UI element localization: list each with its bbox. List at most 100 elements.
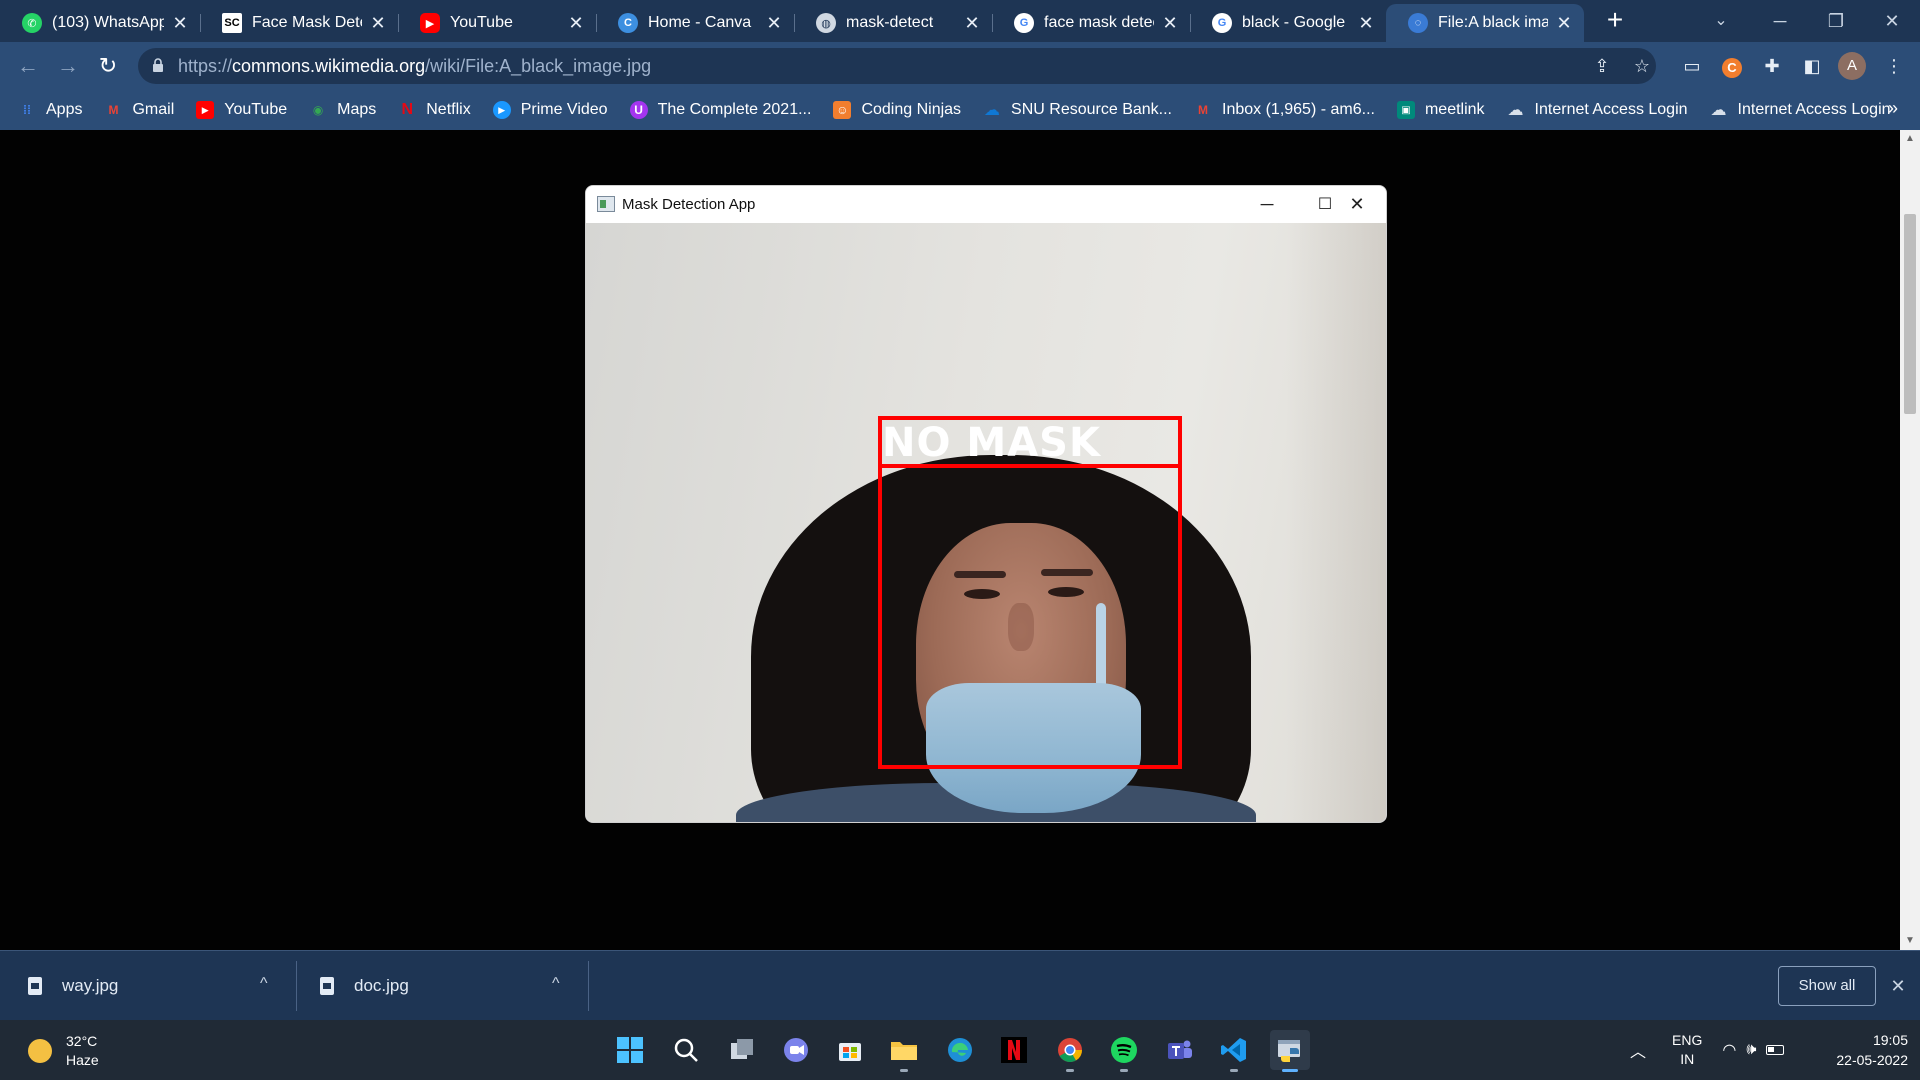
bookmark-gmail[interactable]: M Gmail [104, 101, 174, 119]
close-icon[interactable]: ✕ [764, 13, 784, 34]
tab-black-search[interactable]: G black - Google Se ✕ [1190, 4, 1386, 42]
weather-temp: 32°C [66, 1033, 98, 1049]
close-icon[interactable]: ✕ [566, 13, 586, 34]
scrollbar-thumb[interactable] [1904, 214, 1916, 414]
tab-whatsapp[interactable]: ✆ (103) WhatsApp ✕ [0, 4, 200, 42]
url-text: https://commons.wikimedia.org/wiki/File:… [178, 48, 651, 84]
show-all-downloads-button[interactable]: Show all [1778, 966, 1876, 1006]
extensions-puzzle-icon[interactable]: ✚ [1760, 54, 1784, 78]
bookmark-udemy-course[interactable]: U The Complete 2021... [629, 101, 812, 119]
app-minimize-button[interactable]: ─ [1238, 186, 1296, 223]
tab-black-image[interactable]: ◌ File:A black image ✕ [1386, 4, 1584, 42]
netflix-icon: N [401, 101, 414, 118]
bookmark-apps[interactable]: ⁞⁞ Apps [18, 101, 82, 119]
close-icon[interactable]: ✕ [1554, 13, 1574, 34]
udemy-icon: U [629, 101, 648, 119]
task-view-icon [731, 1039, 753, 1059]
close-icon[interactable]: ✕ [368, 13, 388, 34]
chevron-up-icon[interactable]: ^ [260, 975, 268, 993]
back-button[interactable]: ← [12, 50, 44, 82]
clock[interactable]: 19:05 22-05-2022 [1822, 1030, 1908, 1070]
address-bar[interactable]: https://commons.wikimedia.org/wiki/File:… [138, 48, 1656, 84]
volume-icon[interactable]: 🕪 [1746, 1041, 1756, 1059]
start-button[interactable] [610, 1030, 650, 1070]
weather-desc: Haze [66, 1052, 99, 1068]
language-indicator[interactable]: ENG IN [1672, 1031, 1702, 1069]
chat-icon [784, 1038, 808, 1062]
download-item[interactable]: doc.jpg ^ [320, 951, 582, 1021]
weather-widget[interactable]: 32°C Haze [28, 1032, 99, 1070]
bookmark-internet-access-login[interactable]: ☁ Internet Access Login [1507, 101, 1688, 119]
side-panel-icon[interactable]: ◧ [1800, 54, 1824, 78]
close-window-button[interactable]: ✕ [1864, 0, 1920, 42]
bookmark-netflix[interactable]: N Netflix [398, 101, 470, 119]
sc-icon: SC [222, 13, 242, 33]
download-divider [588, 961, 589, 1011]
bookmark-youtube[interactable]: ▶ YouTube [196, 101, 287, 119]
share-icon[interactable]: ⇪ [1590, 54, 1614, 78]
battery-icon[interactable] [1766, 1045, 1785, 1055]
close-icon[interactable]: ✕ [962, 13, 982, 34]
weather-sun-icon [28, 1039, 52, 1063]
bookmark-internet-access-login-2[interactable]: ☁ Internet Access Login [1710, 101, 1891, 119]
profile-avatar[interactable]: A [1838, 52, 1866, 80]
tab-canva[interactable]: C Home - Canva ✕ [596, 4, 794, 42]
taskbar-search-button[interactable] [666, 1030, 706, 1070]
spotify-button[interactable] [1104, 1030, 1144, 1072]
task-view-button[interactable] [722, 1030, 762, 1070]
wikimedia-icon: ◌ [1408, 13, 1428, 33]
bookmark-inbox[interactable]: M Inbox (1,965) - am6... [1194, 101, 1375, 119]
bookmark-star-icon[interactable]: ☆ [1630, 54, 1654, 78]
bookmark-snu-resource-bank[interactable]: ☁ SNU Resource Bank... [983, 101, 1172, 119]
file-explorer-button[interactable] [884, 1030, 924, 1072]
app-close-button[interactable]: ✕ [1328, 186, 1386, 223]
more-menu-icon[interactable]: ⋮ [1882, 54, 1906, 78]
chrome-button[interactable] [1050, 1030, 1090, 1072]
chevron-up-icon[interactable]: ^ [552, 975, 560, 993]
show-hidden-icons-icon[interactable]: ︿ [1630, 1038, 1646, 1062]
bookmark-label: SNU Resource Bank... [1011, 101, 1172, 118]
microsoft-store-button[interactable] [830, 1030, 870, 1070]
python-app-button[interactable] [1270, 1030, 1310, 1072]
cast-icon[interactable]: ▭ [1680, 54, 1704, 78]
tab-mask-detect[interactable]: ◍ mask-detect ✕ [794, 4, 992, 42]
netflix-app-button[interactable] [994, 1030, 1034, 1070]
scroll-down-icon[interactable]: ▼ [1900, 934, 1920, 948]
edge-button[interactable] [940, 1030, 980, 1070]
restore-button[interactable]: ❐ [1808, 0, 1864, 42]
close-icon[interactable]: ✕ [1356, 13, 1376, 34]
close-icon[interactable]: ✕ [170, 13, 190, 34]
download-item[interactable]: way.jpg ^ [28, 951, 290, 1021]
scroll-up-icon[interactable]: ▲ [1900, 132, 1920, 146]
close-download-shelf-icon[interactable]: ✕ [1886, 971, 1910, 1001]
page-scrollbar[interactable]: ▲ ▼ [1900, 130, 1920, 950]
reload-button[interactable]: ↻ [92, 50, 124, 82]
tab-search-icon[interactable]: ⌄ [1706, 6, 1736, 36]
url-prefix: https:// [178, 56, 233, 76]
bookmarks-overflow-icon[interactable]: » [1888, 98, 1898, 119]
close-icon[interactable]: ✕ [1160, 13, 1180, 34]
bookmark-label: Maps [337, 101, 377, 118]
minimize-button[interactable]: ─ [1752, 0, 1808, 42]
extension-c-icon[interactable]: C [1720, 54, 1744, 78]
chat-button[interactable] [776, 1030, 816, 1070]
youtube-icon: ▶ [196, 101, 215, 119]
wifi-icon[interactable]: ◠ [1722, 1040, 1736, 1060]
bookmark-coding-ninjas[interactable]: ☺ Coding Ninjas [833, 101, 961, 119]
vscode-button[interactable] [1214, 1030, 1254, 1072]
file-icon [320, 977, 334, 995]
app-titlebar[interactable]: Mask Detection App ─ ☐ ✕ [586, 186, 1386, 223]
teams-button[interactable] [1160, 1030, 1200, 1070]
bookmark-meetlink[interactable]: ▣ meetlink [1396, 101, 1485, 119]
bookmark-label: The Complete 2021... [657, 101, 812, 118]
tab-title: Face Mask Detect [252, 14, 362, 31]
new-tab-button[interactable]: + [1600, 6, 1630, 36]
url-host: commons.wikimedia.org [232, 56, 426, 76]
tab-face-mask-detect[interactable]: SC Face Mask Detect ✕ [200, 4, 398, 42]
tab-face-mask-search[interactable]: G face mask detecti ✕ [992, 4, 1190, 42]
tab-youtube[interactable]: ▶ YouTube ✕ [398, 4, 596, 42]
bookmark-prime-video[interactable]: ▶ Prime Video [492, 101, 608, 119]
bookmark-maps[interactable]: ◉ Maps [309, 101, 376, 119]
forward-button[interactable]: → [52, 50, 84, 82]
weather-text: 32°C Haze [66, 1032, 99, 1070]
